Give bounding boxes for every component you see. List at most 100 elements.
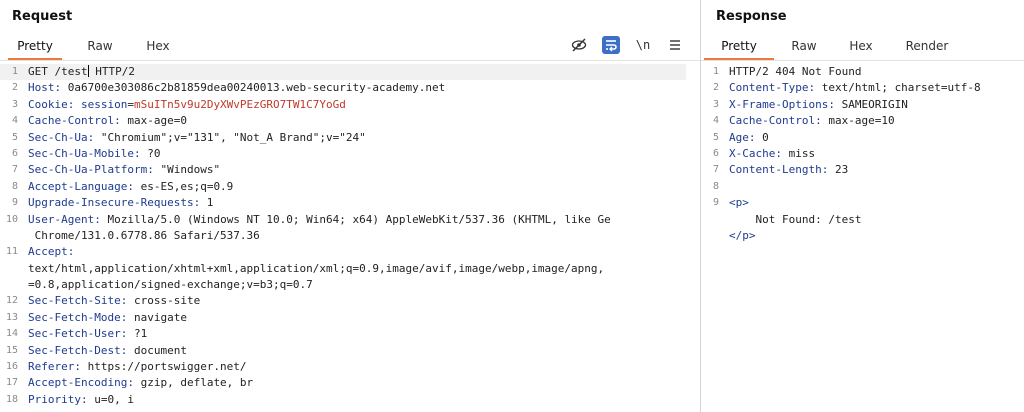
line-content: User-Agent: Mozilla/5.0 (Windows NT 10.0… (28, 212, 686, 228)
line-content: <p> (729, 195, 749, 211)
request-line: 6 Sec-Ch-Ua-Mobile: ?0 (0, 146, 700, 162)
cookie-value: mSuITn5v9u2DyXWvPEzGRO7TW1C7YoGd (133, 97, 346, 111)
header-value: gzip, deflate, br (133, 376, 254, 390)
response-title: Response (716, 9, 787, 24)
line-content: Chrome/131.0.6778.86 Safari/537.36 (28, 228, 686, 244)
html-tag: <p> (729, 196, 749, 210)
request-tab-separator (0, 60, 700, 61)
eye-slash-icon (571, 38, 587, 52)
line-content: Sec-Ch-Ua-Platform: "Windows" (28, 162, 686, 178)
response-line: 2 Content-Type: text/html; charset=utf-8 (701, 80, 1024, 96)
line-number: 13 (5, 311, 18, 323)
line-number: 10 (5, 213, 18, 225)
header-value: cross-site (127, 294, 201, 308)
response-line: 4 Cache-Control: max-age=10 (701, 113, 1024, 129)
header-name: Host: (28, 81, 62, 95)
response-tab-hex[interactable]: Hex (841, 34, 881, 60)
line-number: 15 (5, 344, 18, 356)
header-name: Upgrade-Insecure-Requests: (28, 196, 201, 210)
menu-icon[interactable] (666, 36, 684, 54)
line-number: 8 (11, 180, 18, 192)
header-value: HTTP/2 404 Not Found (729, 65, 862, 78)
html-tag: </p> (729, 228, 756, 242)
header-value: "Windows" (153, 163, 221, 177)
line-content: X-Frame-Options: SAMEORIGIN (729, 97, 908, 113)
response-line: 3 X-Frame-Options: SAMEORIGIN (701, 97, 1024, 113)
line-number: 9 (712, 197, 719, 209)
header-value: max-age=0 (120, 114, 187, 128)
response-tab-pretty[interactable]: Pretty (704, 34, 774, 60)
response-line: 8 (701, 179, 1024, 195)
request-line: 12 Sec-Fetch-Site: cross-site (0, 293, 700, 309)
line-content: text/html,application/xhtml+xml,applicat… (28, 261, 686, 277)
line-number: 4 (712, 115, 719, 127)
line-number: 2 (712, 82, 719, 94)
header-name: Sec-Fetch-Dest: (28, 343, 128, 357)
show-newlines-toggle[interactable]: \n (634, 36, 652, 54)
request-line: 4 Cache-Control: max-age=0 (0, 113, 700, 129)
request-line: 10 User-Agent: Mozilla/5.0 (Windows NT 10… (0, 212, 700, 228)
line-number: 12 (5, 295, 18, 307)
request-tab-hex[interactable]: Hex (138, 34, 178, 60)
header-name: Content-Length: (729, 163, 829, 177)
request-line: 16 Referer: https://portswigger.net/ (0, 359, 700, 375)
line-content: Sec-Fetch-Dest: document (28, 343, 686, 359)
header-value: =0.8,application/signed-exchange;v=b3;q=… (28, 278, 313, 292)
header-name: Content-Type: (729, 81, 816, 95)
line-number: 1 (712, 66, 719, 77)
header-name: Accept: (28, 245, 75, 259)
request-tab-pretty[interactable]: Pretty (8, 34, 62, 60)
header-value: text/html,application/xhtml+xml,applicat… (28, 261, 605, 275)
line-content: Cookie: session=mSuITn5v9u2DyXWvPEzGRO7T… (28, 97, 686, 113)
text-wrap-icon (606, 40, 617, 52)
line-content: Referer: https://portswigger.net/ (28, 359, 686, 375)
request-line: 5 Sec-Ch-Ua: "Chromium";v="131", "Not_A B… (0, 130, 700, 146)
line-number: 5 (11, 131, 18, 143)
line-content: Accept: (28, 244, 686, 260)
request-line: 18 Priority: u=0, i (0, 392, 700, 408)
request-editor[interactable]: 1 GET /test HTTP/2 2 Host: 0a6700e303086c2b… (0, 64, 700, 412)
header-name: Priority: (28, 392, 88, 406)
header-name: Sec-Fetch-User: (28, 327, 128, 341)
line-number: 14 (5, 328, 18, 340)
header-value: 23 (828, 163, 849, 177)
line-number: 3 (11, 98, 18, 110)
response-tab-render[interactable]: Render (899, 34, 955, 60)
line-content: Sec-Ch-Ua-Mobile: ?0 (28, 146, 686, 162)
response-line: 1 HTTP/2 404 Not Found (701, 64, 1024, 80)
header-value: es-ES,es;q=0.9 (133, 179, 234, 193)
header-value: ?1 (127, 327, 148, 341)
header-name: Accept-Language: (28, 179, 134, 193)
line-content: </p> (729, 228, 756, 244)
pretty-format-toggle[interactable] (602, 36, 620, 54)
header-value: Mozilla/5.0 (Windows NT 10.0; Win64; x64… (100, 212, 611, 226)
response-line: 7 Content-Length: 23 (701, 162, 1024, 178)
line-content: =0.8,application/signed-exchange;v=b3;q=… (28, 277, 686, 293)
request-line: 13 Sec-Fetch-Mode: navigate (0, 310, 700, 326)
request-title: Request (12, 9, 73, 24)
line-content: Accept-Language: es-ES,es;q=0.9 (28, 179, 686, 195)
hide-non-printable-icon[interactable] (570, 36, 588, 54)
header-value: Chrome/131.0.6778.86 Safari/537.36 (28, 228, 260, 242)
hamburger-icon (670, 40, 680, 50)
header-name: X-Cache: (729, 146, 782, 160)
request-tab-raw[interactable]: Raw (80, 34, 120, 60)
line-content: Cache-Control: max-age=10 (729, 113, 895, 129)
header-value: SAMEORIGIN (834, 97, 908, 111)
response-editor[interactable]: 1 HTTP/2 404 Not Found 2 Content-Type: text… (701, 64, 1024, 412)
line-number: 7 (712, 164, 719, 176)
line-number: 4 (11, 115, 18, 127)
response-tab-raw[interactable]: Raw (784, 34, 824, 60)
request-line: 11 Accept: (0, 244, 700, 260)
line-content: Not Found: /test (729, 212, 861, 228)
line-content: GET /test HTTP/2 (28, 64, 672, 80)
header-value: ?0 (140, 146, 161, 160)
line-number: 1 (11, 66, 18, 77)
request-line: 17 Accept-Encoding: gzip, deflate, br (0, 375, 700, 391)
cookie-equals: = (127, 97, 134, 111)
line-content: Age: 0 (729, 130, 769, 146)
header-value: "Chromium";v="131", "Not_A Brand";v="24" (94, 130, 366, 144)
line-content: Accept-Encoding: gzip, deflate, br (28, 375, 686, 391)
response-line: 9 <p> (701, 195, 1024, 211)
line-number: 6 (712, 147, 719, 159)
